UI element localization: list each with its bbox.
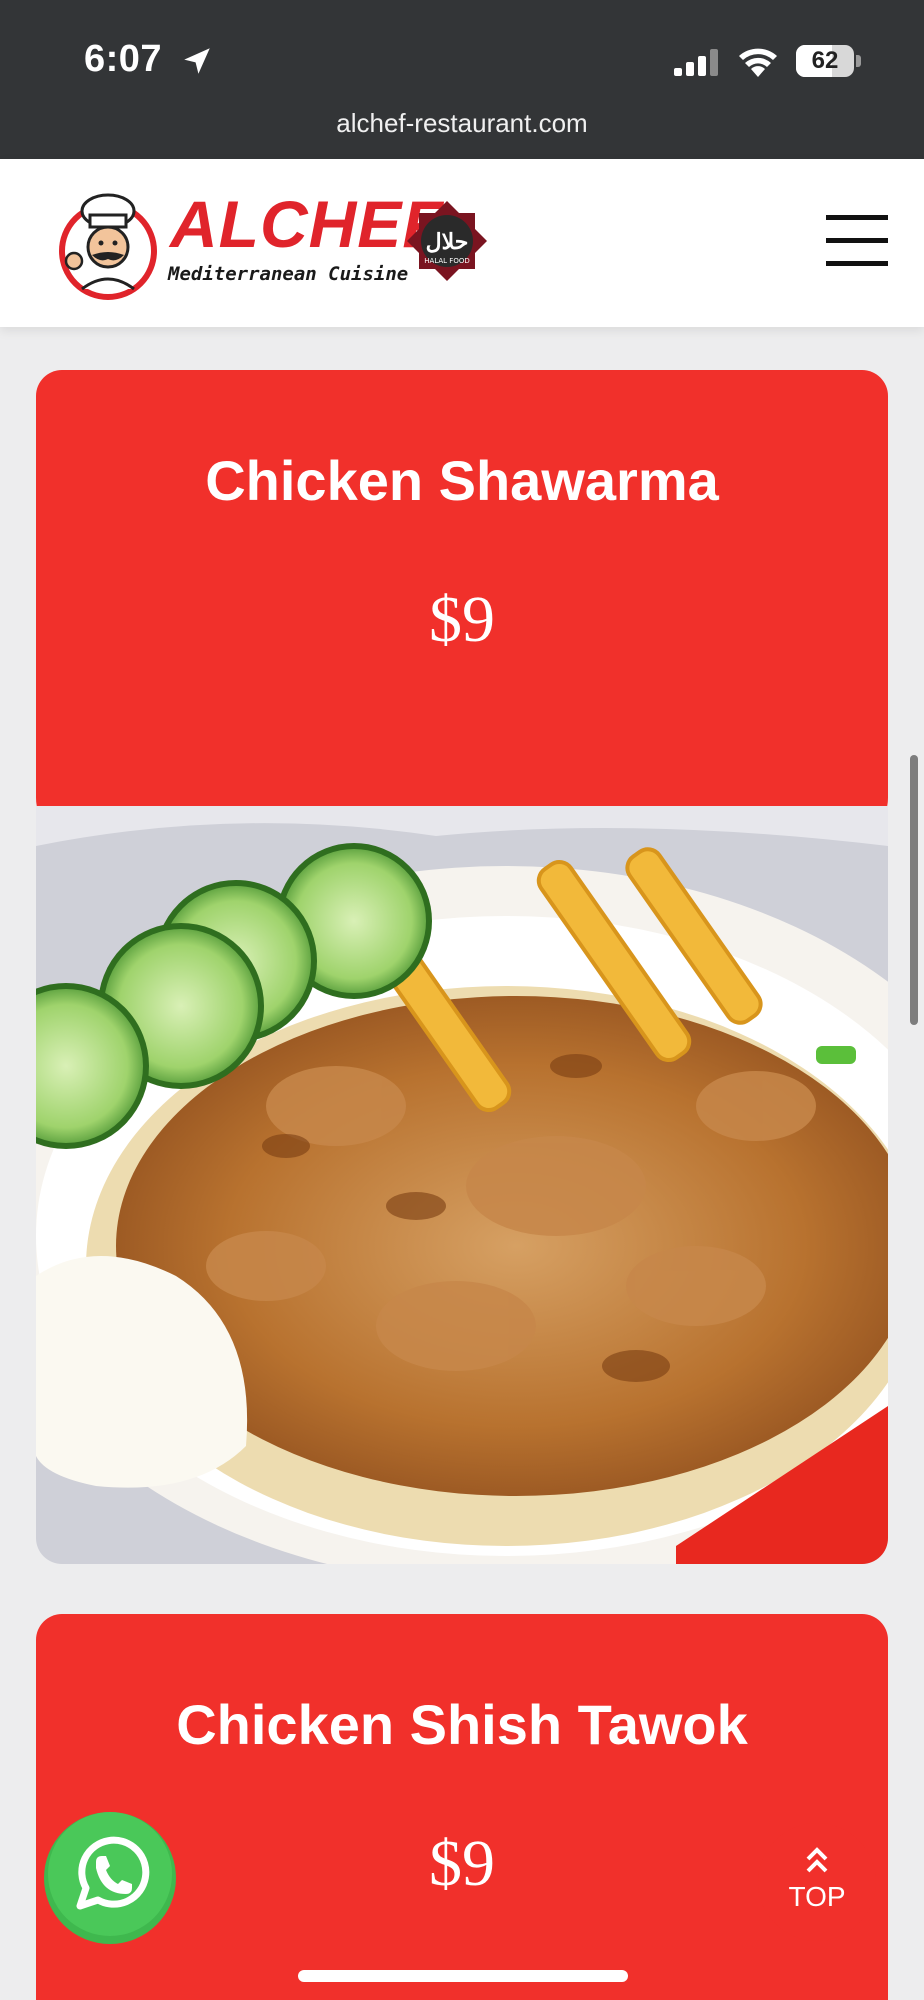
menu-item-card[interactable]: Chicken Shawarma $9: [36, 370, 888, 840]
home-indicator: [298, 1970, 628, 1982]
battery-percent: 62: [811, 47, 839, 74]
chicken-shawarma-photo[interactable]: [36, 806, 888, 1564]
hamburger-menu-icon[interactable]: [826, 211, 888, 271]
wifi-icon: [739, 48, 777, 77]
menu-item-title: Chicken Shawarma: [205, 449, 719, 512]
site-header: ALCHEF Mediterranean Cuisine حلال HALAL …: [0, 159, 924, 327]
cellular-signal-icon: [674, 49, 718, 76]
chef-logo-icon[interactable]: [52, 189, 164, 301]
status-bar: 6:07 62 alchef-restaurant.com: [0, 0, 924, 159]
double-chevron-up-icon: [806, 1847, 828, 1873]
back-to-top-button[interactable]: TOP: [758, 1823, 876, 1941]
status-time: 6:07: [84, 38, 163, 80]
location-arrow-icon: [184, 48, 210, 74]
back-to-top-label: TOP: [788, 1881, 846, 1912]
halal-badge-caption: HALAL FOOD: [424, 257, 470, 265]
menu-item-price: $9: [429, 583, 495, 656]
browser-url[interactable]: alchef-restaurant.com: [0, 108, 924, 139]
battery-cap: [856, 55, 861, 67]
brand-logo-text[interactable]: ALCHEF: [170, 191, 444, 257]
halal-badge-text: حلال: [425, 229, 469, 255]
menu-item-title: Chicken Shish Tawok: [176, 1693, 748, 1756]
brand-tagline: Mediterranean Cuisine: [168, 263, 409, 285]
battery-icon: 62: [796, 45, 854, 77]
scrollbar-thumb[interactable]: [910, 755, 918, 1025]
whatsapp-icon[interactable]: [42, 1808, 178, 1944]
